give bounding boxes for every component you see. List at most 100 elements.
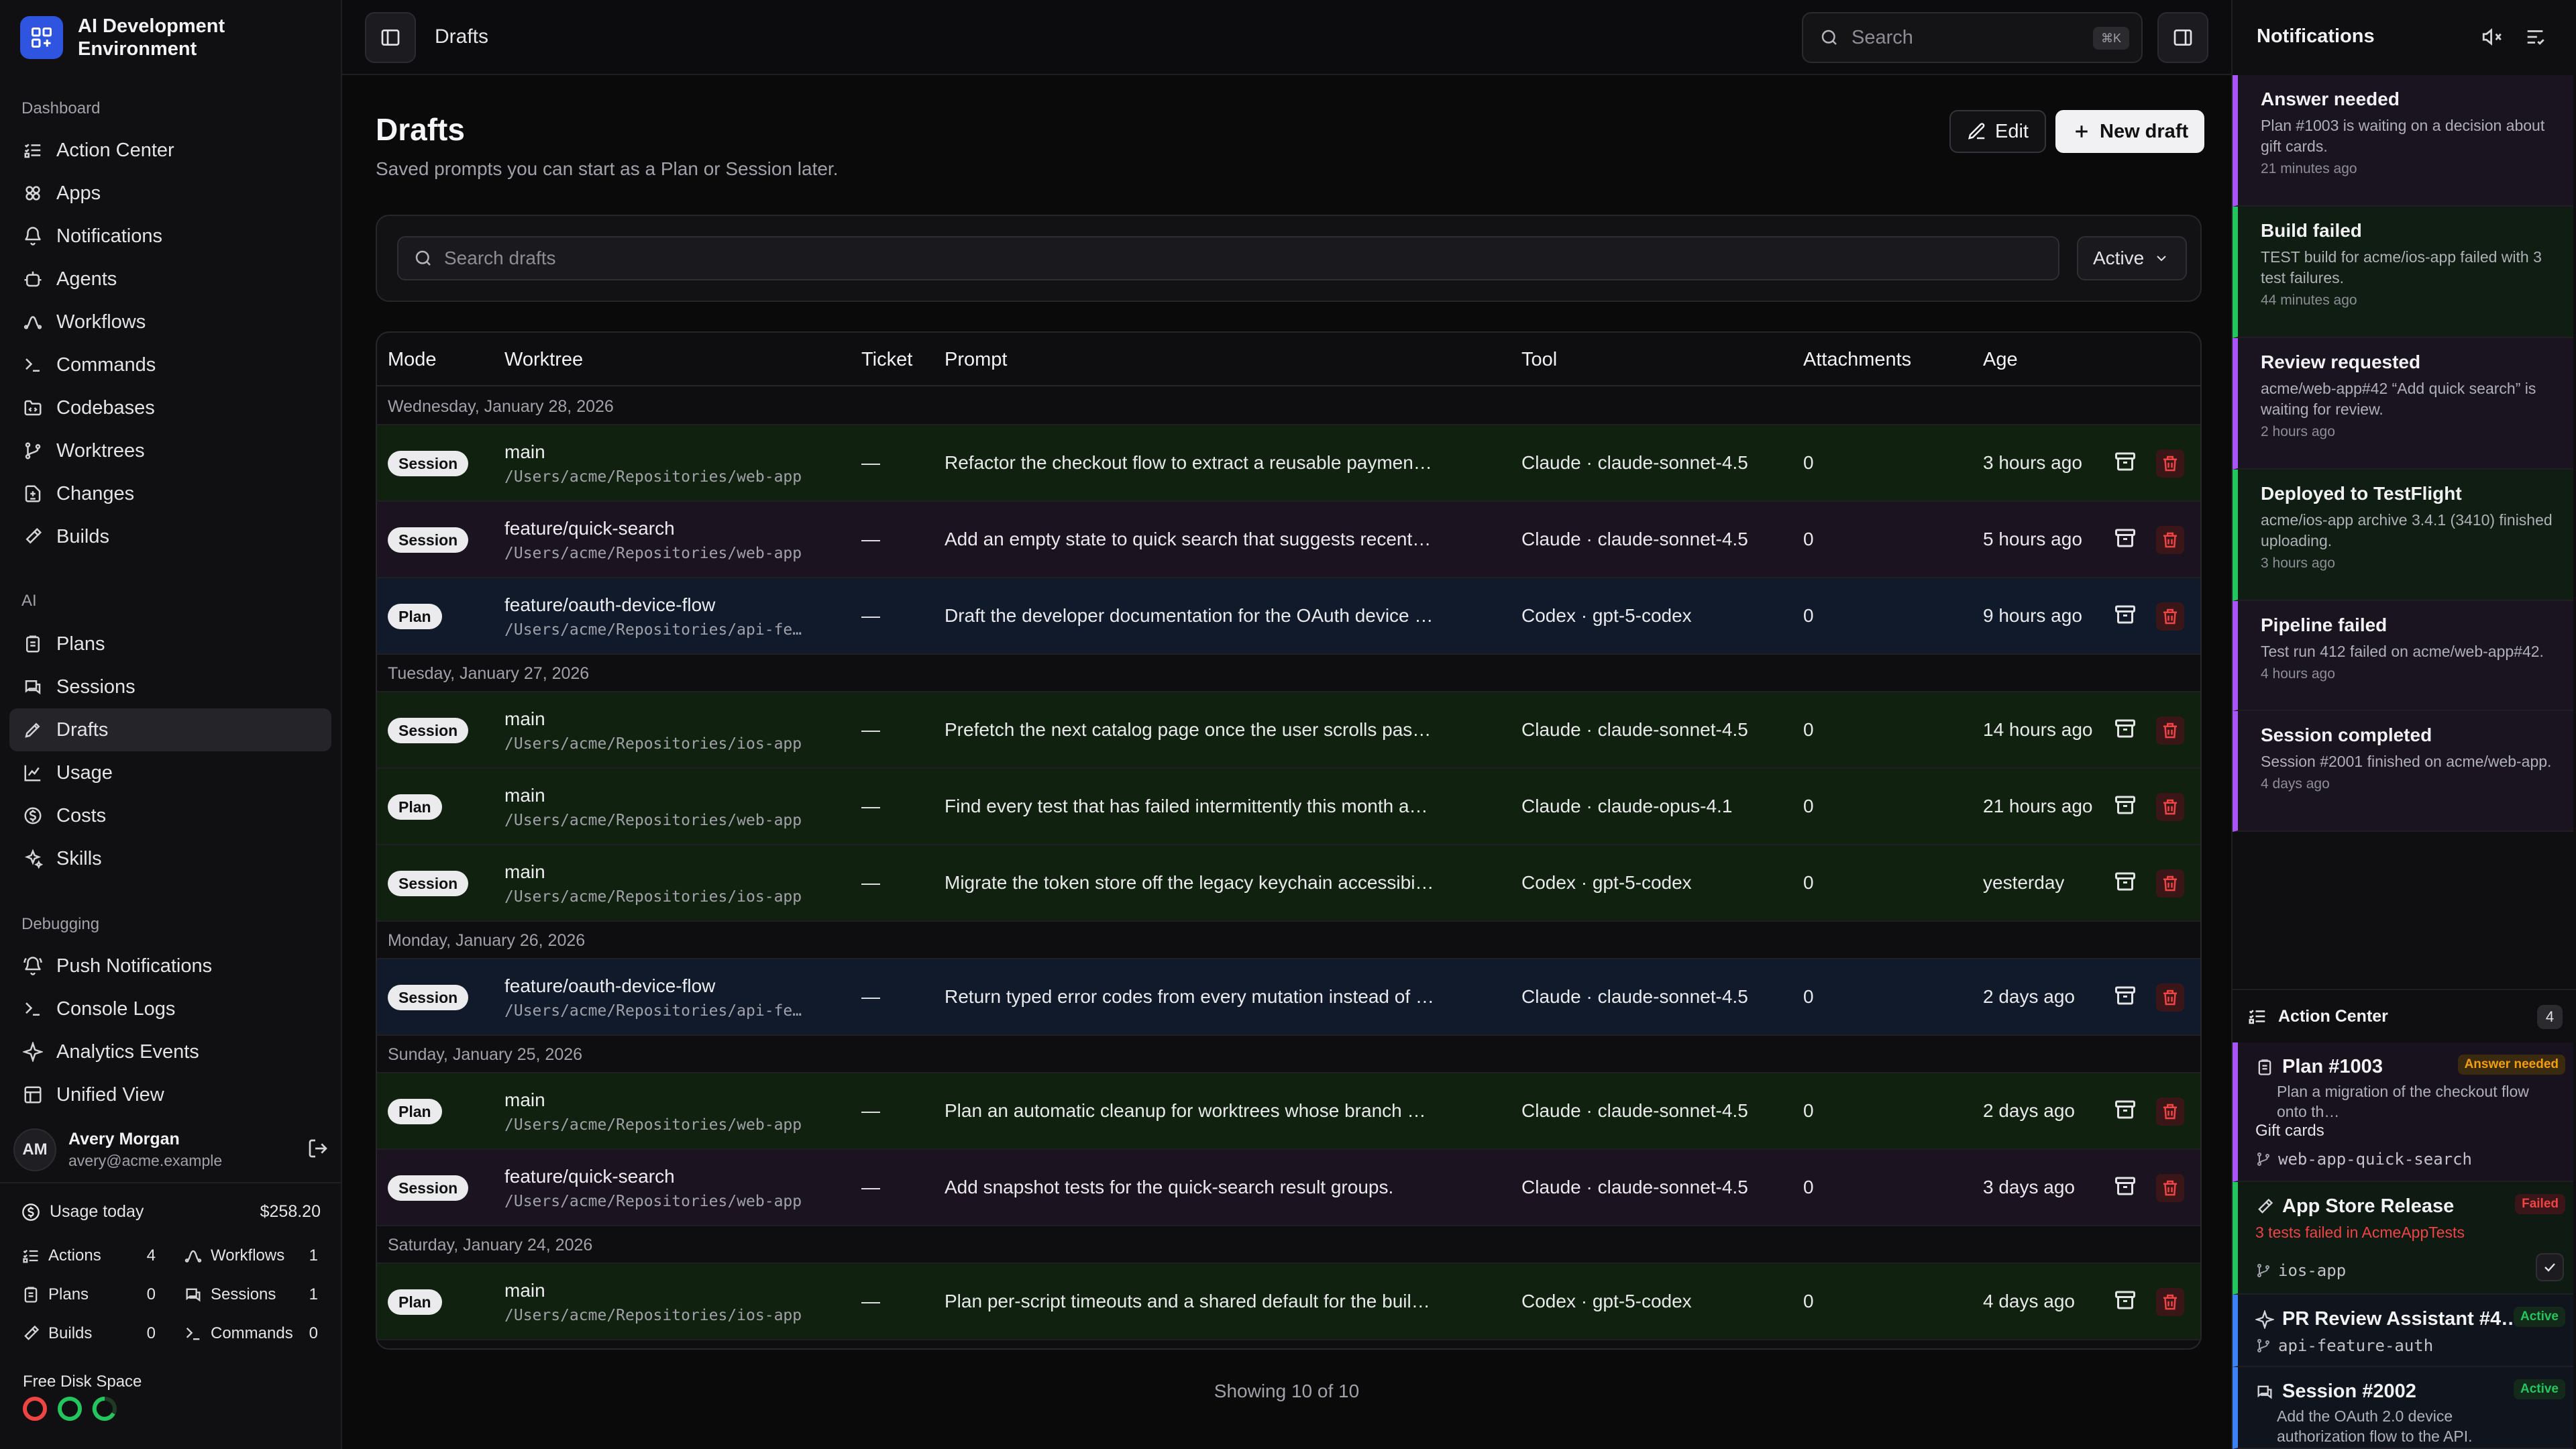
sidebar-item-worktrees[interactable]: Worktrees xyxy=(9,429,331,472)
toggle-sidebar-button[interactable] xyxy=(365,12,416,63)
search-drafts-placeholder: Search drafts xyxy=(444,248,556,268)
sidebar-item-costs[interactable]: Costs xyxy=(9,794,331,837)
delete-button[interactable] xyxy=(2156,1097,2184,1126)
table-row[interactable]: Plan main/Users/acme/Repositories/ios-app… xyxy=(377,1264,2200,1340)
notification-item[interactable]: Session completed Session #2001 finished … xyxy=(2233,711,2573,832)
delete-button[interactable] xyxy=(2156,716,2184,745)
delete-button[interactable] xyxy=(2156,793,2184,821)
dollar-icon xyxy=(22,1203,40,1221)
chevron-down-icon xyxy=(2157,256,2166,262)
nav-debugging: Push Notifications Console Logs Analytics … xyxy=(9,945,331,1116)
notification-item[interactable]: Answer needed Plan #1003 is waiting on a … xyxy=(2233,75,2573,207)
prompt-cell: Prefetch the next catalog page once the … xyxy=(945,719,1432,740)
user-profile[interactable]: AM Avery Morgan avery@acme.example xyxy=(9,1122,331,1178)
sidebar-item-push-notifications[interactable]: Push Notifications xyxy=(9,945,331,987)
sidebar-item-changes[interactable]: Changes xyxy=(9,472,331,515)
mode-badge: Session xyxy=(388,718,469,743)
sidebar-item-codebases[interactable]: Codebases xyxy=(9,386,331,429)
notification-item[interactable]: Deployed to TestFlight acme/ios-app archi… xyxy=(2233,470,2573,601)
archive-icon xyxy=(2115,872,2135,891)
delete-button[interactable] xyxy=(2156,1174,2184,1202)
archive-button[interactable] xyxy=(2113,526,2140,553)
archive-icon xyxy=(2115,719,2135,738)
sidebar-item-sessions[interactable]: Sessions xyxy=(9,665,331,708)
logout-icon[interactable] xyxy=(307,1138,329,1163)
sidebar-item-workflows[interactable]: Workflows xyxy=(9,301,331,343)
toggle-right-panel-button[interactable] xyxy=(2157,12,2208,63)
sidebar-item-plans[interactable]: Plans xyxy=(9,623,331,665)
column-prompt[interactable]: Prompt xyxy=(945,349,1007,371)
sidebar-item-apps[interactable]: Apps xyxy=(9,172,331,215)
ticket-cell: — xyxy=(861,986,880,1007)
archive-button[interactable] xyxy=(2113,1288,2140,1315)
column-worktree[interactable]: Worktree xyxy=(504,349,583,371)
delete-button[interactable] xyxy=(2156,1288,2184,1316)
column-age[interactable]: Age xyxy=(1983,349,2018,371)
file-diff-icon xyxy=(25,485,41,502)
action-item-description: Plan a migration of the checkout flow on… xyxy=(2277,1083,2529,1120)
action-center-item[interactable]: App Store Release Failed 3 tests failed in… xyxy=(2233,1182,2573,1295)
table-row[interactable]: Session feature/quick-search/Users/acme/R… xyxy=(377,502,2200,578)
notification-item[interactable]: Review requested acme/web-app#42 “Add qui… xyxy=(2233,338,2573,470)
sidebar-item-drafts[interactable]: Drafts xyxy=(9,708,331,751)
folder-code-icon xyxy=(24,400,42,416)
sidebar-item-agents[interactable]: Agents xyxy=(9,258,331,301)
sidebar-item-analytics-events[interactable]: Analytics Events xyxy=(9,1030,331,1073)
sidebar-item-commands[interactable]: Commands xyxy=(9,343,331,386)
usage-stat-builds: Builds xyxy=(21,1324,92,1343)
table-row[interactable]: Session feature/quick-search/Users/acme/R… xyxy=(377,1150,2200,1226)
table-row[interactable]: Plan feature/oauth-device-flow/Users/acme… xyxy=(377,578,2200,655)
brand[interactable]: AI Development Environment xyxy=(20,15,279,60)
action-center-item[interactable]: Session #2002 Active Add the OAuth 2.0 dev… xyxy=(2233,1367,2573,1449)
archive-button[interactable] xyxy=(2113,869,2140,896)
bell-ring-icon xyxy=(23,957,42,975)
sidebar-item-notifications[interactable]: Notifications xyxy=(9,215,331,258)
sidebar-item-usage[interactable]: Usage xyxy=(9,751,331,794)
archive-button[interactable] xyxy=(2113,1174,2140,1201)
archive-button[interactable] xyxy=(2113,602,2140,629)
acknowledge-button[interactable] xyxy=(2536,1253,2564,1281)
delete-button[interactable] xyxy=(2156,869,2184,898)
column-tool[interactable]: Tool xyxy=(1521,349,1557,371)
notification-item[interactable]: Build failed TEST build for acme/ios-app … xyxy=(2233,207,2573,338)
archive-button[interactable] xyxy=(2113,716,2140,743)
action-center-header[interactable]: Action Center 4 xyxy=(2233,989,2576,1042)
table-row[interactable]: Session main/Users/acme/Repositories/web-… xyxy=(377,425,2200,502)
terminal-icon xyxy=(186,1328,200,1340)
sidebar-item-unified-view[interactable]: Unified View xyxy=(9,1073,331,1116)
ticket-cell: — xyxy=(861,1100,880,1121)
disk-ring-red-icon xyxy=(23,1397,47,1421)
global-search-input[interactable]: Search ⌘K xyxy=(1802,12,2143,63)
table-row[interactable]: Session main/Users/acme/Repositories/ios-… xyxy=(377,692,2200,769)
sidebar-item-console-logs[interactable]: Console Logs xyxy=(9,987,331,1030)
delete-button[interactable] xyxy=(2156,983,2184,1012)
notification-item[interactable]: Pipeline failed Test run 412 failed on ac… xyxy=(2233,601,2573,711)
delete-button[interactable] xyxy=(2156,449,2184,478)
new-draft-button[interactable]: New draft xyxy=(2055,110,2205,153)
delete-button[interactable] xyxy=(2156,526,2184,554)
archive-button[interactable] xyxy=(2113,793,2140,820)
table-row[interactable]: Session main/Users/acme/Repositories/ios-… xyxy=(377,845,2200,922)
archive-button[interactable] xyxy=(2113,1097,2140,1124)
column-ticket[interactable]: Ticket xyxy=(861,349,912,371)
sidebar-item-action-center[interactable]: Action Center xyxy=(9,129,331,172)
action-center-item[interactable]: Plan #1003 Answer needed Plan a migration … xyxy=(2233,1042,2573,1182)
delete-button[interactable] xyxy=(2156,602,2184,631)
table-row[interactable]: Plan main/Users/acme/Repositories/web-app… xyxy=(377,1073,2200,1150)
search-drafts-input[interactable]: Search drafts xyxy=(397,236,2059,280)
status-filter-select[interactable]: Active xyxy=(2077,236,2187,280)
archive-button[interactable] xyxy=(2113,449,2140,476)
sidebar-item-builds[interactable]: Builds xyxy=(9,515,331,558)
edit-button[interactable]: Edit xyxy=(1949,110,2046,153)
sidebar-item-skills[interactable]: Skills xyxy=(9,837,331,880)
column-attachments[interactable]: Attachments xyxy=(1803,349,1911,371)
table-row[interactable]: Plan main/Users/acme/Repositories/web-app… xyxy=(377,769,2200,845)
action-center-item[interactable]: PR Review Assistant #4… Active api-feature… xyxy=(2233,1295,2573,1367)
prompt-cell: Refactor the checkout flow to extract a … xyxy=(945,452,1432,473)
mute-icon[interactable] xyxy=(2481,25,2504,52)
mark-all-read-icon[interactable] xyxy=(2524,25,2546,52)
ticket-cell: — xyxy=(861,605,880,626)
table-row[interactable]: Session feature/oauth-device-flow/Users/a… xyxy=(377,959,2200,1036)
column-mode[interactable]: Mode xyxy=(388,349,437,371)
archive-button[interactable] xyxy=(2113,983,2140,1010)
